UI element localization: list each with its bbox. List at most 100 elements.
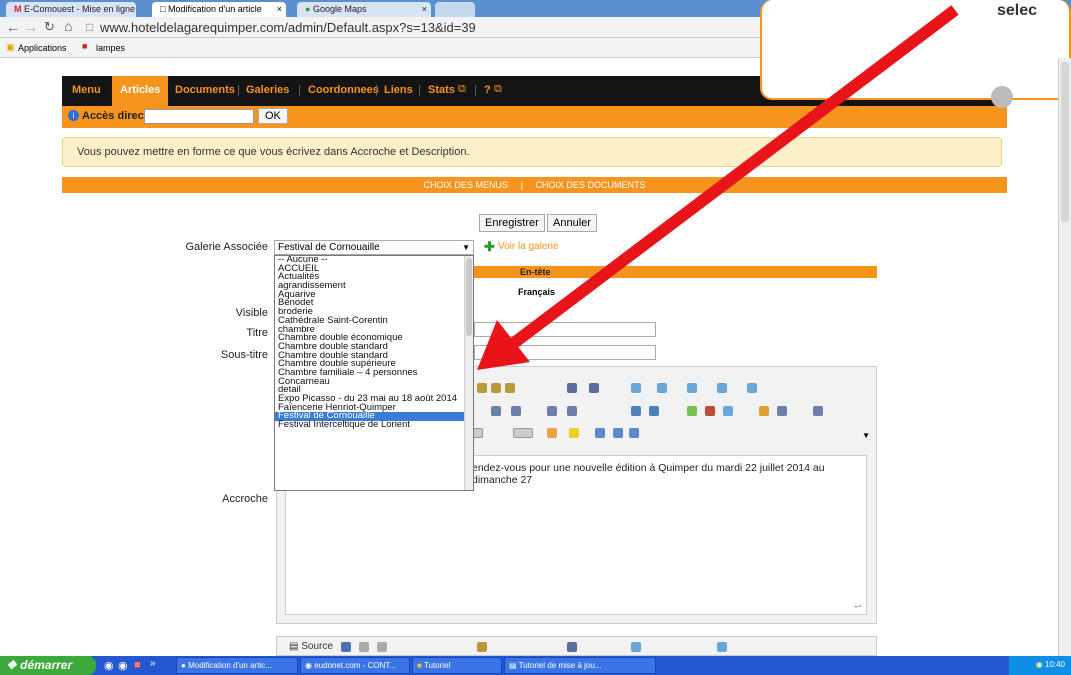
save-icon[interactable]	[341, 642, 351, 652]
more-icon[interactable]: »	[150, 658, 156, 669]
dropdown-option[interactable]: Concarneau	[275, 377, 473, 387]
sous-titre-input[interactable]	[474, 345, 656, 360]
form-icon[interactable]	[631, 383, 641, 393]
choix-documents-link[interactable]: CHOIX DES DOCUMENTS	[535, 180, 645, 190]
align-left-icon[interactable]	[547, 406, 557, 416]
align-center-icon[interactable]	[567, 406, 577, 416]
ie-icon[interactable]: ◉	[104, 659, 114, 672]
callout-bubble	[991, 86, 1013, 108]
dropdown-option[interactable]: Festival Interceltique de Lorient	[275, 420, 473, 430]
paste-text-icon[interactable]	[491, 383, 501, 393]
nav-coordonnees[interactable]: Coordonnees	[308, 84, 379, 96]
task-tutoriel-folder[interactable]: ■ Tutoriel	[412, 657, 502, 674]
document-icon: ▤	[509, 661, 517, 670]
apps-grid-icon: ▣	[6, 42, 15, 52]
gmail-icon: M	[14, 4, 22, 14]
tab-google-maps[interactable]: ● Google Maps ×	[297, 2, 431, 17]
nav-galeries[interactable]: Galeries	[246, 84, 289, 96]
folder-icon: ■	[417, 661, 422, 670]
ok-button[interactable]: OK	[258, 108, 288, 124]
find-icon[interactable]	[567, 642, 577, 652]
task-eudonet[interactable]: ◉ eudonet.com - CONT...	[300, 657, 410, 674]
source-button[interactable]: ▤ Source	[289, 641, 333, 652]
galerie-dropdown-list[interactable]: -- Aucune -- ACCUEIL Actualités agrandissem…	[274, 255, 474, 491]
collapse-toolbar-icon[interactable]: ▼	[862, 431, 870, 440]
bookmark-applications[interactable]: Applications	[18, 43, 67, 53]
task-tutoriel-doc[interactable]: ▤ Tutoriel de mise à jou...	[504, 657, 656, 674]
bookmark-lampes[interactable]: lampes	[96, 43, 125, 53]
show-blocks-icon[interactable]	[613, 428, 623, 438]
spellcheck-icon[interactable]	[589, 383, 599, 393]
iframe-icon[interactable]	[813, 406, 823, 416]
find-icon[interactable]	[567, 383, 577, 393]
nav-documents[interactable]: Documents	[175, 84, 235, 96]
dropdown-scrollbar[interactable]	[464, 256, 473, 490]
external-window-icon: ⧉	[494, 83, 502, 95]
style-select[interactable]	[473, 428, 483, 438]
galerie-select[interactable]: Festival de Cornouaille ▼	[274, 240, 474, 255]
annuler-button[interactable]: Annuler	[547, 214, 597, 232]
link-icon[interactable]	[631, 406, 641, 416]
ie-icon: ◉	[305, 661, 312, 670]
nav-liens[interactable]: Liens	[384, 84, 413, 96]
indent-icon[interactable]	[491, 406, 501, 416]
home-icon[interactable]: ⌂	[64, 18, 72, 34]
tab-modification-article[interactable]: □ Modification d'un article ×	[152, 2, 286, 17]
maximize-icon[interactable]	[595, 428, 605, 438]
nav-articles[interactable]: Articles	[112, 76, 169, 106]
smiley-icon[interactable]	[759, 406, 769, 416]
unlink-icon[interactable]	[649, 406, 659, 416]
task-label: eudonet.com - CONT...	[314, 661, 397, 670]
table-icon[interactable]	[717, 383, 727, 393]
checkbox-icon[interactable]	[657, 383, 667, 393]
table-insert-icon[interactable]	[723, 406, 733, 416]
back-icon[interactable]: ←	[6, 19, 20, 35]
page-scrollbar[interactable]	[1058, 58, 1071, 656]
new-tab-button[interactable]	[435, 2, 475, 17]
flash-icon[interactable]	[705, 406, 715, 416]
acces-direct-input[interactable]	[144, 109, 254, 124]
page-scrollbar-thumb[interactable]	[1061, 62, 1069, 222]
table-icon[interactable]	[717, 642, 727, 652]
reload-icon[interactable]: ↻	[44, 19, 55, 35]
image-icon[interactable]	[687, 406, 697, 416]
task-chrome[interactable]: ● Modification d'un artic...	[176, 657, 298, 674]
about-icon[interactable]	[629, 428, 639, 438]
font-size-select[interactable]	[513, 428, 533, 438]
form-icon[interactable]	[631, 642, 641, 652]
nav-help[interactable]: ?	[484, 84, 491, 96]
paste-word-icon[interactable]	[505, 383, 515, 393]
bg-color-icon[interactable]	[569, 428, 579, 438]
tab-ecornouest[interactable]: M E-Comouest - Mise en ligne d	[6, 2, 136, 17]
choix-menus-link[interactable]: CHOIX DES MENUS	[424, 180, 509, 190]
forward-icon[interactable]: →	[24, 19, 38, 35]
url-field[interactable]: www.hoteldelagarequimper.com/admin/Defau…	[100, 20, 476, 35]
hidden-field-icon[interactable]	[747, 383, 757, 393]
enregistrer-button[interactable]: Enregistrer	[479, 214, 545, 232]
resize-grip-icon[interactable]: ⥋	[854, 601, 862, 612]
text-color-icon[interactable]	[547, 428, 557, 438]
plus-icon: ✚	[484, 239, 495, 254]
tab-label: E-Comouest - Mise en ligne d	[24, 4, 136, 14]
voir-galerie-link[interactable]: Voir la galerie	[498, 241, 559, 252]
lampes-icon: ■	[82, 41, 88, 51]
button-icon[interactable]	[687, 383, 697, 393]
ie-alt-icon[interactable]: ◉	[118, 659, 128, 672]
scrollbar-thumb[interactable]	[466, 258, 472, 336]
titre-input[interactable]	[474, 322, 656, 337]
pdf-icon[interactable]: ■	[134, 659, 141, 671]
paste-icon[interactable]	[477, 383, 487, 393]
tab-close-icon[interactable]: ×	[422, 4, 427, 14]
tray-icon[interactable]: ◉	[1036, 660, 1043, 669]
special-char-icon[interactable]	[777, 406, 787, 416]
nav-menu[interactable]: Menu	[72, 84, 101, 96]
new-page-icon[interactable]	[359, 642, 369, 652]
galerie-label: Galerie Associée	[185, 241, 268, 253]
tab-close-icon[interactable]: ×	[277, 4, 282, 14]
start-button[interactable]: ❖ démarrer	[0, 656, 96, 675]
preview-icon[interactable]	[377, 642, 387, 652]
paste-icon[interactable]	[477, 642, 487, 652]
accroche-text: endez-vous pour une nouvelle édition à Q…	[472, 462, 825, 486]
blockquote-icon[interactable]	[511, 406, 521, 416]
nav-stats[interactable]: Stats	[428, 84, 455, 96]
